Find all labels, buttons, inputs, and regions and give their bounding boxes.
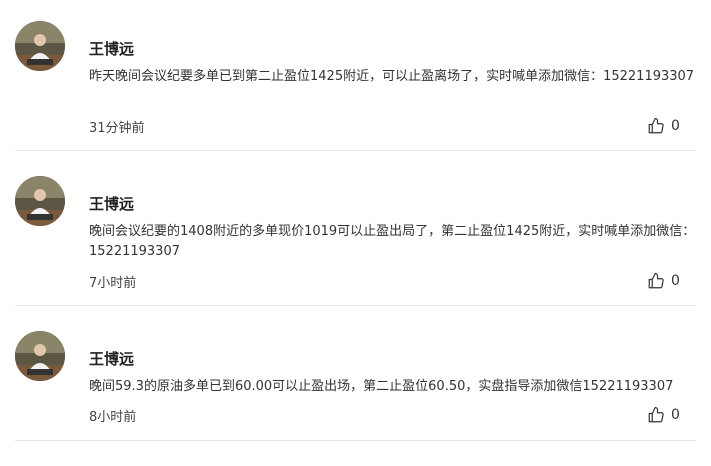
avatar[interactable] <box>15 176 65 226</box>
divider <box>15 150 696 151</box>
user-avatar-icon <box>15 176 65 226</box>
like-count: 0 <box>671 273 680 289</box>
avatar[interactable] <box>15 21 65 71</box>
comment-text: 晚间会议纪要的1408附近的多单现价1019可以止盈出局了，第二止盈位1425附… <box>89 224 696 259</box>
thumbs-up-icon <box>648 272 664 289</box>
author-name[interactable]: 王博远 <box>89 348 134 369</box>
user-avatar-icon <box>15 331 65 381</box>
comment-time: 31分钟前 <box>89 121 145 136</box>
like-count: 0 <box>671 118 680 134</box>
divider <box>15 305 696 306</box>
like-button[interactable]: 0 <box>647 116 680 136</box>
comment-text: 晚间59.3的原油多单已到60.00可以止盈出场，第二止盈位60.50，实盘指导… <box>89 379 674 394</box>
thumbs-up-icon <box>648 117 664 134</box>
like-count: 0 <box>671 407 680 423</box>
like-button[interactable]: 0 <box>647 271 680 291</box>
comment-text: 昨天晚间会议纪要多单已到第二止盈位1425附近，可以止盈离场了，实时喊单添加微信… <box>89 69 695 84</box>
comment-time: 8小时前 <box>89 410 137 425</box>
author-name[interactable]: 王博远 <box>89 193 134 214</box>
like-button[interactable]: 0 <box>647 405 680 425</box>
user-avatar-icon <box>15 21 65 71</box>
thumbs-up-icon <box>648 406 664 423</box>
avatar[interactable] <box>15 331 65 381</box>
divider <box>15 440 696 441</box>
author-name[interactable]: 王博远 <box>89 38 134 59</box>
comment-time: 7小时前 <box>89 276 137 291</box>
